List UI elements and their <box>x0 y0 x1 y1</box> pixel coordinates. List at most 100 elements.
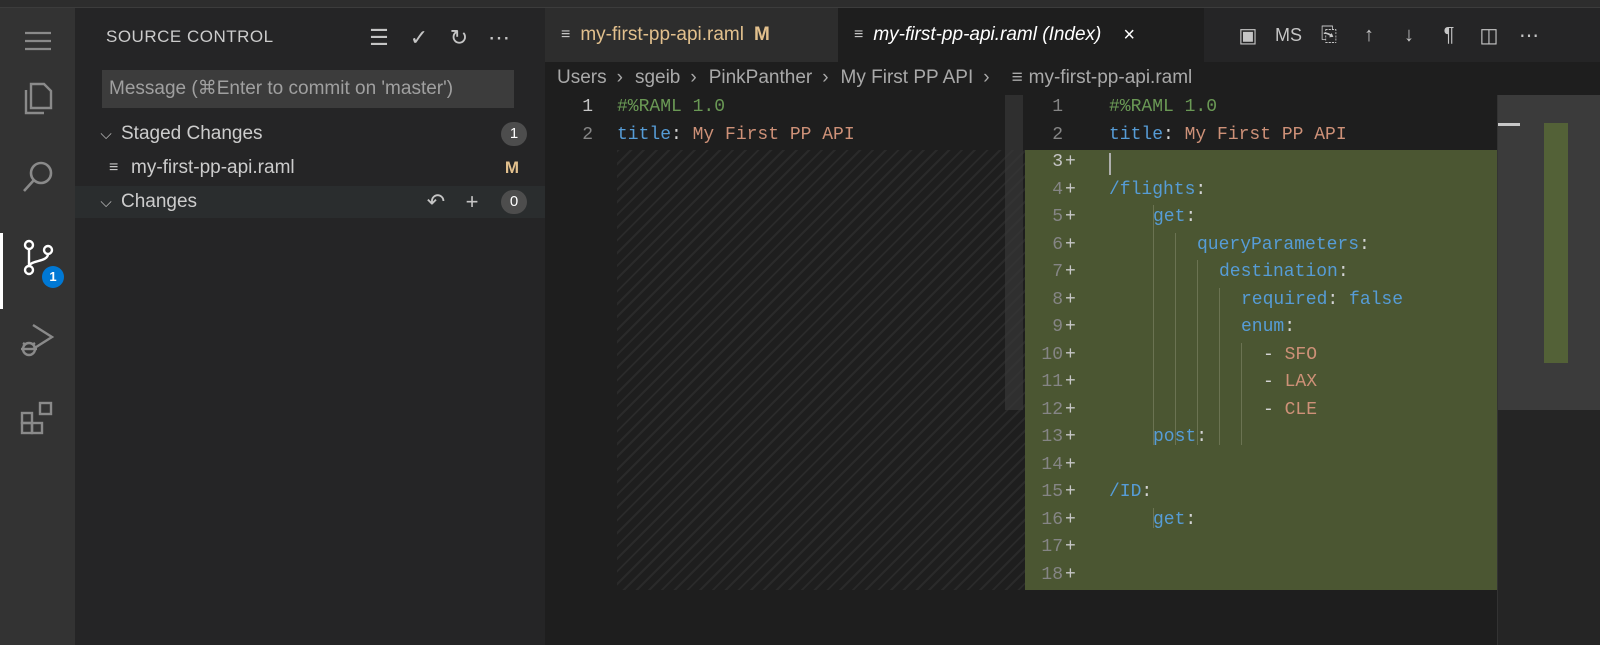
diff-right-editor[interactable]: 1 2 3 4 5 6 7 8 9 10 11 12 13 14 15 16 1… <box>1025 95 1600 645</box>
file-lines-icon: ≡ <box>1011 67 1023 88</box>
changes-count-badge: 0 <box>501 190 527 214</box>
editor-tab-bar: ≡ my-first-pp-api.raml M ≡ my-first-pp-a… <box>545 8 1600 62</box>
revert-icon[interactable]: ⎘ <box>1316 24 1342 47</box>
changes-actions: ↶ + <box>423 189 485 215</box>
minimap-line <box>1498 123 1520 126</box>
code-line: destination: <box>1219 262 1349 282</box>
line-number: 18 <box>1041 565 1063 585</box>
view-as-tree-icon[interactable]: ☰ <box>365 24 393 52</box>
menu-icon[interactable] <box>17 20 59 62</box>
breadcrumb-item[interactable]: Users <box>557 67 607 89</box>
refresh-icon[interactable]: ↻ <box>445 24 473 52</box>
added-line-marker: + <box>1065 510 1076 530</box>
tab-index-file[interactable]: ≡ my-first-pp-api.raml (Index) × <box>838 8 1204 62</box>
editor-actions: ▣ MS ⎘ ↑ ↓ ¶ ◫ ⋯ <box>1235 8 1542 62</box>
extensions-icon[interactable] <box>17 396 59 438</box>
added-line-marker: + <box>1065 262 1076 282</box>
line-number: 13 <box>1041 427 1063 447</box>
more-actions-icon[interactable]: ⋯ <box>485 24 513 52</box>
breadcrumb-item[interactable]: PinkPanther <box>709 67 813 89</box>
ms-label[interactable]: MS <box>1275 25 1302 46</box>
breadcrumb-item[interactable]: sgeib <box>635 67 680 89</box>
indent-guide <box>1153 205 1154 445</box>
line-number: 10 <box>1041 345 1063 365</box>
chevron-right-icon: › <box>690 67 697 88</box>
window-top-edge <box>0 0 1600 8</box>
line-number: 8 <box>1052 290 1063 310</box>
close-icon[interactable]: × <box>1123 24 1135 47</box>
added-line-marker: + <box>1065 400 1076 420</box>
added-line-marker: + <box>1065 180 1076 200</box>
line-number: 4 <box>1052 180 1063 200</box>
staged-file-item[interactable]: ≡ my-first-pp-api.raml M <box>75 152 545 184</box>
activity-bar: 1 <box>0 8 75 645</box>
tab-label: my-first-pp-api.raml (Index) <box>873 24 1102 45</box>
run-debug-icon[interactable] <box>17 318 59 360</box>
code-line: enum: <box>1241 317 1296 337</box>
added-line-marker: + <box>1065 207 1076 227</box>
breadcrumb-item[interactable]: My First PP API <box>841 67 974 89</box>
chevron-right-icon: › <box>616 67 623 88</box>
minimap[interactable] <box>1498 95 1600 645</box>
sidebar-title: SOURCE CONTROL <box>106 27 274 46</box>
added-line-marker: + <box>1065 317 1076 337</box>
added-line-marker: + <box>1065 152 1076 172</box>
pane-divider <box>1497 95 1498 645</box>
indent-guide <box>1241 343 1242 445</box>
chevron-right-icon: › <box>983 67 990 88</box>
diff-left-editor[interactable]: 1 #%RAML 1.0 2 title: My First PP API <box>545 95 1025 645</box>
commit-message-input[interactable] <box>102 70 514 108</box>
line-number: 2 <box>1052 125 1063 145</box>
line-number: 2 <box>582 125 593 145</box>
code-line: #%RAML 1.0 <box>617 97 726 117</box>
text-cursor <box>1109 153 1111 175</box>
open-file-icon[interactable]: ▣ <box>1235 23 1261 48</box>
code-line: - LAX <box>1263 372 1318 392</box>
search-icon[interactable] <box>17 156 59 198</box>
breadcrumb-item[interactable]: my-first-pp-api.raml <box>1029 67 1193 89</box>
code-line: - CLE <box>1263 400 1318 420</box>
commit-icon[interactable]: ✓ <box>405 24 433 52</box>
added-line-marker: + <box>1065 565 1076 585</box>
added-line-marker: + <box>1065 455 1076 475</box>
line-number: 3 <box>1052 152 1063 172</box>
whitespace-icon[interactable]: ¶ <box>1436 24 1462 47</box>
line-number: 9 <box>1052 317 1063 337</box>
staged-changes-header[interactable]: ⌵ Staged Changes 1 <box>75 118 545 150</box>
next-change-icon[interactable]: ↓ <box>1396 24 1422 47</box>
code-line: /flights: <box>1109 180 1207 200</box>
code-line: get: <box>1153 207 1197 227</box>
added-lines-highlight <box>1025 150 1519 590</box>
previous-change-icon[interactable]: ↑ <box>1356 24 1382 47</box>
file-lines-icon: ≡ <box>109 159 119 176</box>
changes-label: Changes <box>121 191 198 212</box>
staged-file-name: my-first-pp-api.raml <box>131 157 295 178</box>
added-line-marker: + <box>1065 427 1076 447</box>
code-line: queryParameters: <box>1197 235 1370 255</box>
active-view-indicator <box>0 233 3 309</box>
scm-badge: 1 <box>42 266 64 288</box>
tab-modified-badge: M <box>753 24 770 45</box>
explorer-icon[interactable] <box>17 76 59 118</box>
file-lines-icon: ≡ <box>854 26 864 43</box>
line-number: 17 <box>1041 537 1063 557</box>
more-actions-icon[interactable]: ⋯ <box>1516 23 1542 48</box>
code-line: get: <box>1153 510 1197 530</box>
line-number: 7 <box>1052 262 1063 282</box>
scrollbar[interactable] <box>1005 95 1023 410</box>
added-line-marker: + <box>1065 372 1076 392</box>
changes-header[interactable]: ⌵ Changes ↶ + 0 <box>75 186 545 218</box>
file-status-badge: M <box>504 158 519 177</box>
discard-all-icon[interactable]: ↶ <box>423 189 449 215</box>
tab-working-file[interactable]: ≡ my-first-pp-api.raml M <box>545 8 838 62</box>
stage-all-icon[interactable]: + <box>459 189 485 215</box>
staged-count-badge: 1 <box>501 122 527 146</box>
line-number: 1 <box>1052 97 1063 117</box>
split-editor-icon[interactable]: ◫ <box>1476 23 1502 48</box>
code-line: title: My First PP API <box>617 125 855 145</box>
added-line-marker: + <box>1065 235 1076 255</box>
chevron-down-icon: ⌵ <box>100 125 112 143</box>
source-control-sidebar: SOURCE CONTROL ☰ ✓ ↻ ⋯ ⌵ Staged Changes … <box>75 8 545 645</box>
staged-changes-label: Staged Changes <box>121 123 263 144</box>
file-lines-icon: ≡ <box>561 26 571 43</box>
